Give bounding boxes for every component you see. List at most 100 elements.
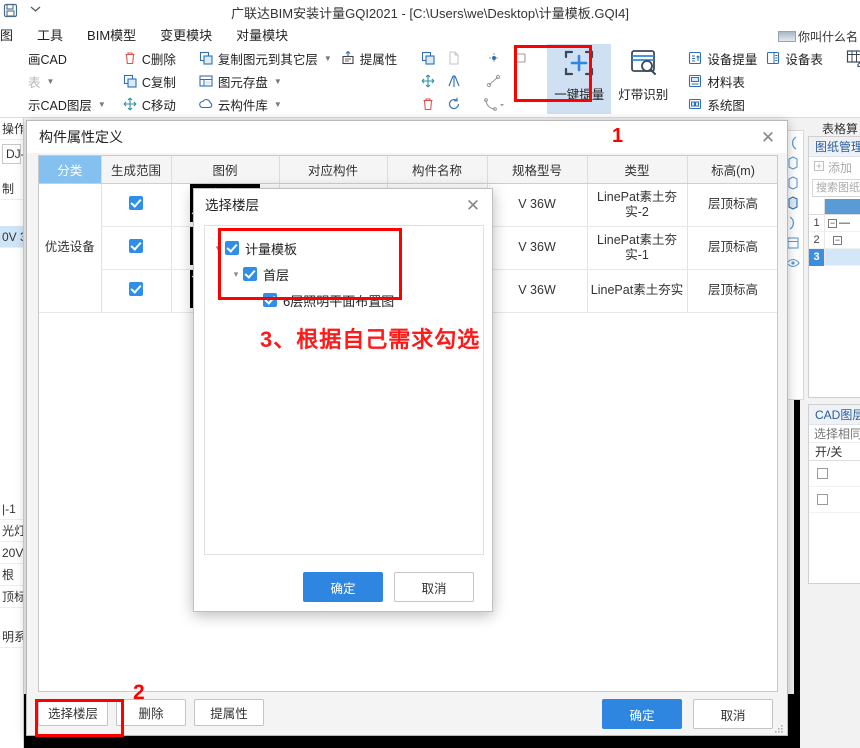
tree-checkbox[interactable] [243,267,257,281]
cell-type[interactable]: LinePat素土夯实-1 [587,226,688,270]
ok-button[interactable]: 确定 [602,699,682,729]
col-header-category[interactable]: 分类 [39,156,102,184]
cad-layer-panel[interactable]: CAD图层 选择相同 开/关 [808,404,860,584]
list-item[interactable] [809,461,860,487]
tree-node-first-floor[interactable]: ▾ 首层 [205,261,483,287]
mirror-icon[interactable] [441,70,467,92]
layer-checkbox[interactable] [817,468,828,479]
extract-property-button[interactable]: 提属性 [194,699,264,726]
scope-checkbox[interactable] [129,281,143,296]
left-panel-combo[interactable]: DJ- [2,144,23,164]
ribbon-item-device-measure[interactable]: 设备提量 [683,47,761,69]
ribbon-item-draw-cad[interactable]: 画CAD [4,47,110,69]
left-properties-panel[interactable]: 操作 DJ- 制 0V 36 |-1 光灯 20V 3 根 顶标高 明系统 [0,118,24,748]
tree-node-lighting-plan[interactable]: 6层照明平面布置图 [205,287,483,313]
add-icon[interactable] [813,160,825,175]
ribbon-item-copy-to-other-layer[interactable]: 复制图元到其它层 ▼ [194,47,336,69]
col-header-elevation[interactable]: 标高(m) [687,156,777,184]
cell-scope[interactable] [101,183,172,227]
sub-ok-button[interactable]: 确定 [303,572,383,602]
table-row-selected[interactable]: 3 [809,248,860,266]
tree-checkbox[interactable] [225,241,239,255]
mirror-page-icon[interactable] [441,47,467,69]
cell-scope[interactable] [101,269,172,313]
tree-checkbox[interactable] [263,293,277,307]
resize-grip-icon[interactable] [774,723,784,733]
chevron-down-icon[interactable]: ▼ [324,54,332,63]
ribbon-item-device-table[interactable]: 设备表 [761,47,827,69]
cad-layer-subtitle[interactable]: 选择相同 [809,425,860,443]
chevron-down-icon[interactable]: ▼ [47,77,55,86]
dialog-close-button[interactable]: ✕ [755,127,781,149]
chevron-down-icon[interactable]: ▼ [274,100,282,109]
cell-model[interactable]: V 36W [487,226,588,270]
ribbon-item-c-move[interactable]: C移动 [118,93,180,115]
chevron-down-icon[interactable]: ▼ [274,77,282,86]
add-label[interactable]: 添加 [828,159,852,176]
ribbon-item-show-cad-layer[interactable]: 示CAD图层 ▼ [4,93,110,115]
menu-change-module[interactable]: 变更模块 [148,24,224,45]
list-item[interactable] [809,487,860,513]
ribbon-item-extract-property[interactable]: 提属性 [336,47,402,69]
cell-type[interactable]: LinePat素土夯实 [587,269,688,313]
table-row[interactable]: 1 − — [809,214,860,232]
tree-node-measure-template[interactable]: ▾ 计量模板 [205,235,483,261]
one-click-measure-button[interactable]: 一键提量 [547,44,612,114]
row-cell[interactable]: − [825,235,860,245]
cell-model[interactable]: V 36W [487,183,588,227]
col-header-scope[interactable]: 生成范围 [101,156,172,184]
rotate-icon[interactable] [441,93,467,115]
chevron-down-icon[interactable]: ▾ [211,243,225,254]
ribbon-item-system-diagram[interactable]: 系统图 [683,93,761,115]
cell-elevation[interactable]: 层顶标高 [687,226,777,270]
sub-cancel-button[interactable]: 取消 [394,572,474,602]
col-header-model[interactable]: 规格型号 [487,156,588,184]
chevron-down-icon[interactable]: ▾ [229,269,243,280]
delete-button[interactable]: 删除 [116,699,186,726]
menu-view[interactable]: 图 [0,24,25,45]
scope-checkbox[interactable] [129,195,143,210]
menu-bar[interactable]: 图 工具 BIM模型 变更模块 对量模块 [0,24,860,45]
drawing-search-input[interactable]: 搜索图纸 [812,179,860,197]
cell-scope[interactable] [101,226,172,270]
ribbon-item-material-table[interactable]: 材料表 [683,70,761,92]
line-icon[interactable] [481,70,507,92]
table-row[interactable]: 2 − [809,231,860,249]
collapse-icon[interactable]: − [833,235,842,245]
col-header-name[interactable]: 构件名称 [387,156,488,184]
col-header-legend[interactable]: 图例 [171,156,280,184]
copy-icon[interactable] [415,47,441,69]
ribbon-toolbar[interactable]: 画CAD 表 ▼ 示CAD图层 ▼ C删除 C复制 C移动 复制图元到其它层 ▼… [0,44,860,118]
ribbon-item-c-delete[interactable]: C删除 [118,47,180,69]
sub-dialog-close-button[interactable]: ✕ [460,195,486,217]
table-edit-icon[interactable] [841,47,860,69]
trash-icon[interactable] [415,93,441,115]
collapse-icon[interactable]: − [828,218,837,228]
rectangle-icon[interactable] [507,47,533,69]
arc-icon[interactable] [481,93,507,115]
layer-checkbox[interactable] [817,494,828,505]
select-floor-dialog[interactable]: 选择楼层 ✕ ▾ 计量模板 ▾ 首层 6层照明平面布置图 确定 取消 [193,188,493,612]
menu-bim-model[interactable]: BIM模型 [75,24,148,45]
cancel-button[interactable]: 取消 [693,699,773,729]
ribbon-item-c-copy[interactable]: C复制 [118,70,180,92]
col-header-type[interactable]: 类型 [587,156,688,184]
ribbon-item-cloud-library[interactable]: 云构件库 ▼ [194,93,336,115]
menu-tools[interactable]: 工具 [25,24,75,45]
floor-tree[interactable]: ▾ 计量模板 ▾ 首层 6层照明平面布置图 [204,225,484,555]
point-icon[interactable] [481,47,507,69]
row-cell[interactable]: − — [825,217,860,229]
cell-model[interactable]: V 36W [487,269,588,313]
left-panel-row-selected[interactable]: 0V 36 [0,226,23,248]
select-floor-button[interactable]: 选择楼层 [38,699,108,726]
cell-elevation[interactable]: 层顶标高 [687,183,777,227]
drawing-manager-toolbar[interactable]: 添加 [809,157,860,177]
col-header-component[interactable]: 对应构件 [279,156,388,184]
drawing-manager-panel[interactable]: 图纸管理 添加 搜索图纸 1 − — 2 − 3 [808,136,860,398]
scope-checkbox[interactable] [129,238,143,253]
menu-compare-module[interactable]: 对量模块 [224,24,300,45]
move-arrows-icon[interactable] [415,70,441,92]
light-strip-recognize-button[interactable]: 灯带识别 [611,44,675,114]
chevron-down-icon[interactable]: ▼ [98,100,106,109]
cell-elevation[interactable]: 层顶标高 [687,269,777,313]
